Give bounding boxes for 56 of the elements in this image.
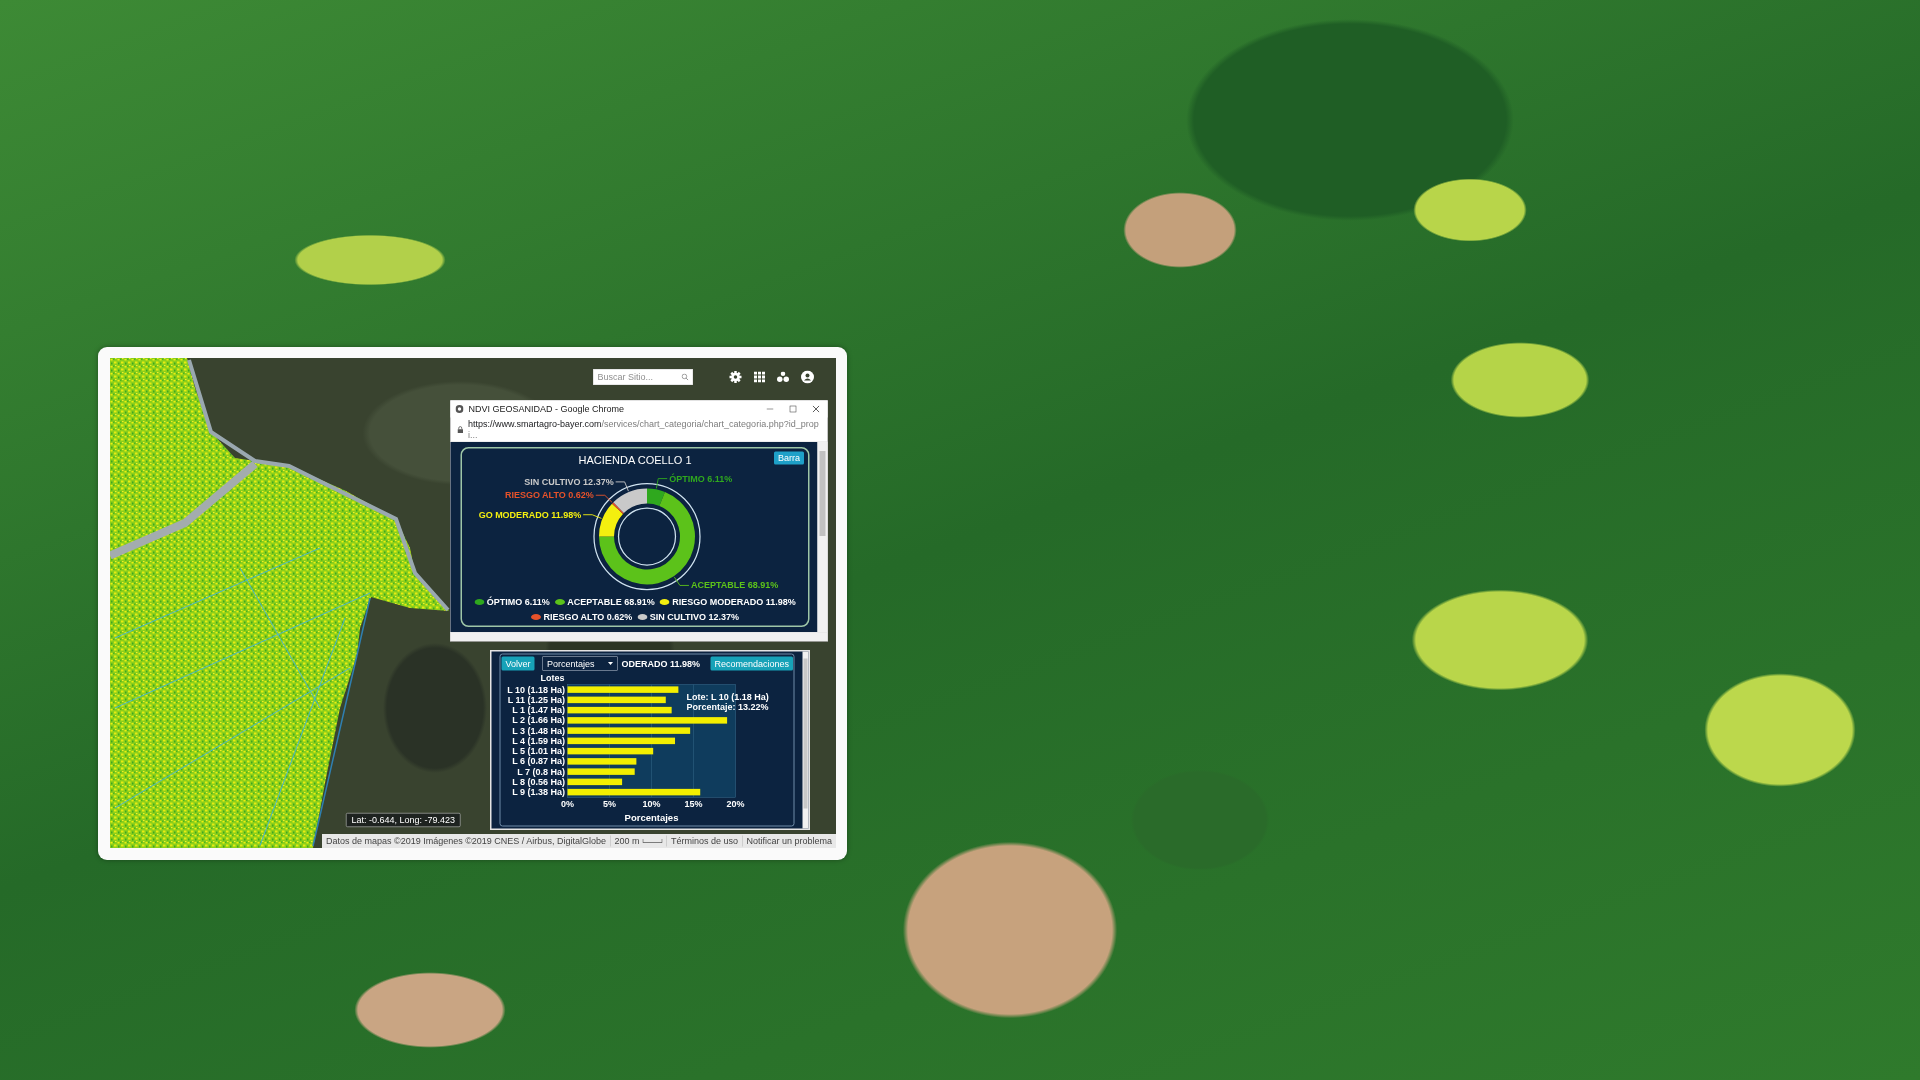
category-label: L 2 (1.66 Ha) [512, 715, 565, 726]
data-label: ÓPTIMO 6.11% [669, 473, 733, 484]
tooltip-text: Porcentaje: 13.22% [686, 701, 769, 712]
tick-label: 20% [726, 799, 745, 810]
apps-grid-icon[interactable] [754, 371, 765, 383]
legend-label: RIESGO ALTO 0.62% [543, 611, 633, 623]
map-credits: Datos de mapas ©2019 Imágenes ©2019 CNES / Airbus, DigitalGlobe [325, 835, 607, 847]
tick-label: 15% [684, 799, 703, 810]
bar [567, 758, 637, 765]
tooltip-text: Lote: L 10 (1.18 Ha) [686, 691, 769, 702]
horizontal-scrollbar[interactable] [450, 632, 828, 641]
data-label: ACEPTABLE 68.91% [690, 580, 779, 591]
category-caption: ODERADO 11.98% [621, 658, 701, 669]
tick-label: 10% [642, 799, 661, 810]
tick-label: 5% [603, 799, 616, 810]
category-label: L 7 (0.8 Ha) [517, 766, 565, 777]
user-avatar-icon[interactable] [801, 370, 814, 384]
data-label: GO MODERADO 11.98% [478, 509, 582, 520]
category-label: L 6 (0.87 Ha) [512, 756, 565, 767]
caret-icon [608, 662, 613, 665]
report-problem-link[interactable]: Notificar un problema [741, 835, 836, 847]
category-label: L 8 (0.56 Ha) [512, 776, 565, 787]
axis-title: Lotes [540, 672, 565, 683]
category-label: L 10 (1.18 Ha) [507, 684, 565, 695]
bar [567, 778, 623, 786]
vertical-scrollbar[interactable] [817, 442, 828, 632]
settings-icon[interactable] [729, 370, 742, 384]
data-label: RIESGO ALTO 0.62% [504, 490, 594, 501]
legend-label: ÓPTIMO 6.11% [486, 596, 550, 608]
category-label: L 11 (1.25 Ha) [507, 694, 565, 705]
chart-title: HACIENDA COELLO 1 [578, 453, 692, 466]
people-icon[interactable] [777, 371, 789, 383]
category-label: L 4 (1.59 Ha) [512, 735, 565, 746]
axis-title: Porcentajes [624, 811, 679, 823]
browser-icon [455, 405, 464, 413]
data-label: SIN CULTIVO 12.37% [524, 476, 614, 487]
tick-label: 0% [561, 799, 574, 810]
scrollbar-thumb[interactable] [819, 451, 826, 536]
bar [567, 768, 635, 775]
search-field[interactable]: Buscar Sitio... [593, 369, 693, 385]
scale-label: 200 m [614, 835, 640, 847]
category-label: L 9 (1.38 Ha) [512, 787, 565, 798]
legend-label: ACEPTABLE 68.91% [567, 596, 655, 608]
address-url[interactable]: https://www.smartagro-bayer.com/services/chart_categoria/chart_categoria.php?id_propi... [468, 419, 822, 440]
lock-icon [457, 426, 463, 433]
category-label: L 3 (1.48 Ha) [512, 725, 565, 736]
category-label: L 5 (1.01 Ha) [512, 746, 565, 757]
legend-label: SIN CULTIVO 12.37% [649, 611, 740, 623]
window-title: NDVI GEOSANIDAD - Google Chrome [468, 403, 625, 415]
terms-link[interactable]: Términos de uso [666, 835, 742, 847]
vertical-scrollbar[interactable] [802, 651, 809, 829]
metric-dropdown[interactable]: Porcentajes [542, 656, 618, 671]
coordinates-label: Lat: -0.644, Long: -79.423 [346, 813, 461, 827]
category-label: L 1 (1.47 Ha) [512, 705, 565, 716]
legend-label: RIESGO MODERADO 11.98% [672, 596, 796, 608]
scrollbar-thumb[interactable] [803, 658, 808, 809]
